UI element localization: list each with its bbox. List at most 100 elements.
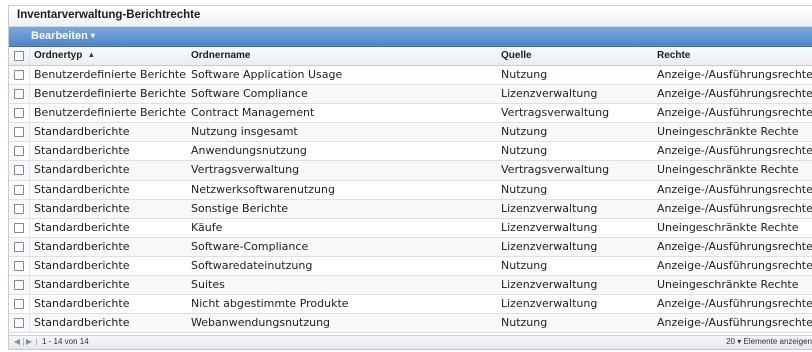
- row-select-cell: [9, 123, 30, 142]
- cell-folder-type: Benutzerdefinierte Berichte: [34, 87, 187, 101]
- page-size-value: 20: [726, 337, 736, 346]
- cell-rights: Uneingeschränkte Rechte: [657, 220, 799, 234]
- cell-folder-name: Webanwendungsnutzung: [191, 316, 331, 330]
- page-size-selector: 20 ▾ Elemente anzeigen: [726, 336, 812, 348]
- row-checkbox[interactable]: [14, 89, 24, 100]
- select-all-checkbox[interactable]: [14, 51, 24, 61]
- table-row[interactable]: Benutzerdefinierte Berichte Software Comp…: [9, 85, 812, 105]
- row-checkbox[interactable]: [14, 318, 24, 329]
- column-header-rights[interactable]: Rechte: [657, 47, 690, 65]
- next-page-icon[interactable]: ▶: [24, 336, 34, 348]
- cell-folder-name: Nutzung insgesamt: [191, 125, 298, 139]
- cell-rights: Anzeige-/Ausführungsrechte: [657, 68, 812, 81]
- cell-folder-type: Standardberichte: [34, 297, 130, 311]
- row-checkbox[interactable]: [14, 108, 24, 119]
- row-checkbox[interactable]: [14, 222, 24, 233]
- table-row[interactable]: Benutzerdefinierte Berichte Software Appl…: [9, 66, 812, 86]
- row-select-cell: [9, 199, 30, 218]
- cell-rights: Anzeige-/Ausführungsrechte: [657, 144, 812, 158]
- cell-source: Lizenzverwaltung: [501, 87, 598, 101]
- cell-rights: Anzeige-/Ausführungsrechte: [657, 87, 812, 101]
- panel-title: Inventarverwaltung-Berichtrechte: [9, 6, 812, 27]
- cell-rights: Anzeige-/Ausführungsrechte: [657, 239, 812, 253]
- table-row[interactable]: Standardberichte Anwendungsnutzung Nutzung…: [9, 142, 812, 162]
- row-checkbox[interactable]: [14, 260, 24, 271]
- table-row[interactable]: Standardberichte Nicht abgestimmte Produk…: [9, 295, 812, 315]
- cell-source: Vertragsverwaltung: [501, 106, 610, 120]
- table-row[interactable]: Standardberichte Nutzung insgesamt Nutzung…: [9, 123, 812, 143]
- table-row[interactable]: Standardberichte Webanwendungsnutzung Nutz…: [9, 314, 812, 334]
- row-checkbox[interactable]: [14, 165, 24, 176]
- row-checkbox[interactable]: [14, 299, 24, 310]
- column-header-folder-name[interactable]: Ordnername: [191, 47, 250, 65]
- cell-rights: Anzeige-/Ausführungsrechte: [657, 182, 812, 196]
- cell-folder-name: Sonstige Berichte: [191, 201, 289, 215]
- column-header-source[interactable]: Quelle: [501, 47, 532, 65]
- cell-folder-name: Software-Compliance: [191, 239, 309, 253]
- cell-source: Nutzung: [501, 144, 548, 158]
- row-checkbox[interactable]: [14, 184, 24, 195]
- column-header-folder-type-label: Ordnertyp: [34, 50, 83, 61]
- cell-source: Nutzung: [501, 125, 548, 139]
- cell-folder-name: Software Compliance: [191, 87, 308, 101]
- cell-folder-type: Standardberichte: [34, 316, 130, 330]
- table-row[interactable]: Standardberichte Vertragsverwaltung Vertra…: [9, 161, 812, 181]
- row-select-cell: [9, 314, 30, 333]
- row-checkbox[interactable]: [14, 70, 24, 80]
- table-row[interactable]: Benutzerdefinierte Berichte Contract Mana…: [9, 104, 812, 124]
- cell-folder-name: Vertragsverwaltung: [191, 163, 300, 177]
- table-row[interactable]: Standardberichte Suites Lizenzverwaltung Un…: [9, 276, 812, 296]
- cell-source: Lizenzverwaltung: [501, 220, 598, 234]
- cell-folder-type: Standardberichte: [34, 182, 130, 196]
- cell-folder-name: Suites: [191, 278, 225, 292]
- cell-folder-type: Standardberichte: [34, 163, 130, 177]
- row-select-cell: [9, 276, 30, 295]
- page-size-dropdown[interactable]: 20 ▾: [726, 337, 741, 346]
- table-row[interactable]: Standardberichte Software-Compliance Lizen…: [9, 237, 812, 257]
- row-checkbox[interactable]: [14, 280, 24, 291]
- row-checkbox[interactable]: [14, 146, 24, 157]
- edit-menu-button[interactable]: Bearbeiten ▾: [31, 30, 95, 42]
- row-select-cell: [9, 180, 30, 199]
- previous-page-icon[interactable]: ◀: [12, 336, 22, 348]
- column-header-folder-type[interactable]: Ordnertyp ▲: [29, 47, 95, 65]
- row-select-cell: [9, 218, 30, 237]
- cell-source: Lizenzverwaltung: [501, 297, 598, 311]
- sort-ascending-icon[interactable]: ▲: [87, 46, 95, 64]
- table-row[interactable]: Standardberichte Sonstige Berichte Lizenzv…: [9, 199, 812, 219]
- table-row[interactable]: Standardberichte Softwaredateinutzung Nutz…: [9, 256, 812, 277]
- row-checkbox[interactable]: [14, 241, 24, 252]
- cell-folder-type: Standardberichte: [34, 144, 130, 158]
- cell-rights: Anzeige-/Ausführungsrechte: [657, 258, 812, 272]
- cell-rights: Anzeige-/Ausführungsrechte: [657, 201, 812, 215]
- chevron-down-icon: ▾: [737, 337, 742, 346]
- cell-folder-type: Standardberichte: [34, 220, 130, 234]
- cell-rights: Anzeige-/Ausführungsrechte: [657, 316, 812, 330]
- cell-source: Lizenzverwaltung: [501, 239, 598, 253]
- row-select-cell: [9, 142, 30, 161]
- header-select-cell: [9, 47, 30, 65]
- cell-rights: Uneingeschränkte Rechte: [657, 163, 799, 177]
- cell-folder-type: Benutzerdefinierte Berichte: [34, 68, 187, 81]
- cell-folder-type: Standardberichte: [34, 239, 130, 253]
- cell-folder-type: Standardberichte: [34, 125, 130, 139]
- row-select-cell: [9, 104, 30, 123]
- table-header-row: Ordnertyp ▲ Ordnername Quelle Rechte: [9, 47, 812, 66]
- cell-source: Nutzung: [501, 316, 548, 330]
- cell-folder-name: Käufe: [191, 220, 223, 234]
- row-select-cell: [9, 85, 30, 104]
- row-checkbox[interactable]: [14, 127, 24, 138]
- table-row[interactable]: Standardberichte Käufe Lizenzverwaltung Une…: [9, 218, 812, 238]
- table-row[interactable]: Standardberichte Netzwerksoftwarenutzung N…: [9, 180, 812, 200]
- toolbar: Bearbeiten ▾: [9, 27, 812, 47]
- cell-folder-type: Standardberichte: [34, 258, 130, 272]
- cell-folder-name: Contract Management: [191, 106, 315, 120]
- report-rights-table: Ordnertyp ▲ Ordnername Quelle Rechte Benu…: [9, 47, 812, 334]
- cell-source: Vertragsverwaltung: [501, 163, 610, 177]
- row-checkbox[interactable]: [14, 203, 24, 214]
- chevron-down-icon: ▾: [90, 31, 95, 40]
- cell-source: Lizenzverwaltung: [501, 201, 598, 215]
- cell-folder-name: Nicht abgestimmte Produkte: [191, 297, 349, 311]
- row-select-cell: [9, 161, 30, 180]
- cell-source: Nutzung: [501, 182, 548, 196]
